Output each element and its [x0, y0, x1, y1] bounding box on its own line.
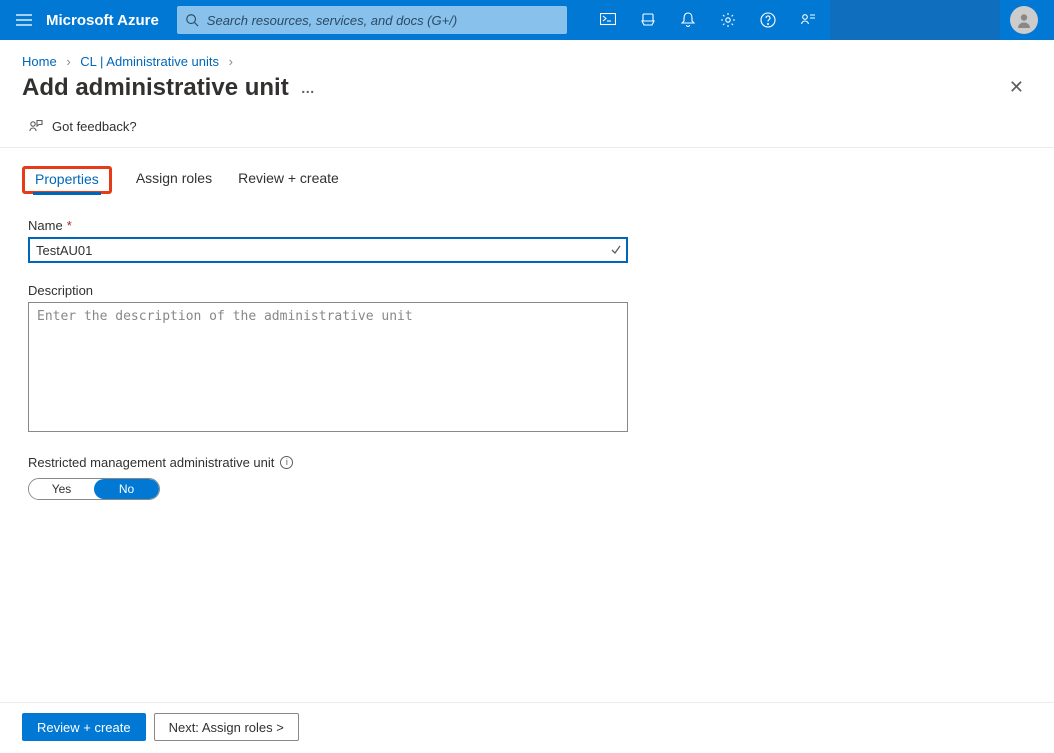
- review-create-button[interactable]: Review + create: [22, 713, 146, 741]
- blade-footer: Review + create Next: Assign roles >: [0, 702, 1054, 753]
- name-field-block: Name *: [28, 218, 612, 263]
- notifications-icon[interactable]: [668, 0, 708, 40]
- toggle-yes[interactable]: Yes: [29, 479, 94, 499]
- form-area: Name * Description Restricted management…: [0, 194, 640, 500]
- page-title: Add administrative unit: [22, 74, 289, 102]
- restricted-label: Restricted management administrative uni…: [28, 455, 274, 470]
- search-icon: [185, 13, 199, 27]
- tab-properties-highlight: Properties: [22, 166, 112, 194]
- azure-top-bar: Microsoft Azure: [0, 0, 1054, 40]
- more-actions-icon[interactable]: …: [301, 80, 315, 96]
- feedback-label: Got feedback?: [52, 119, 137, 134]
- description-textarea[interactable]: [28, 302, 628, 432]
- topbar-icon-group: [588, 0, 828, 40]
- required-star: *: [67, 218, 72, 233]
- got-feedback-link[interactable]: Got feedback?: [28, 118, 137, 134]
- name-input[interactable]: [28, 237, 628, 263]
- breadcrumb-parent[interactable]: CL | Administrative units: [80, 54, 219, 69]
- person-feedback-icon: [28, 118, 44, 134]
- chevron-right-icon: ›: [66, 54, 70, 69]
- global-search[interactable]: [177, 6, 567, 34]
- info-icon[interactable]: i: [280, 456, 293, 469]
- tabs-container: Properties Assign roles Review + create: [0, 148, 1054, 194]
- feedback-bar: Got feedback?: [0, 110, 1054, 148]
- breadcrumb-home[interactable]: Home: [22, 54, 57, 69]
- help-icon[interactable]: [748, 0, 788, 40]
- next-assign-roles-button[interactable]: Next: Assign roles >: [154, 713, 299, 741]
- feedback-top-icon[interactable]: [788, 0, 828, 40]
- chevron-right-icon: ›: [229, 54, 233, 69]
- cloud-shell-icon[interactable]: [588, 0, 628, 40]
- copilot-icon[interactable]: [628, 0, 668, 40]
- restricted-toggle[interactable]: Yes No: [28, 478, 160, 500]
- page-title-row: Add administrative unit … ✕: [0, 73, 1054, 110]
- brand-label[interactable]: Microsoft Azure: [42, 12, 177, 29]
- tab-review-create[interactable]: Review + create: [236, 166, 341, 194]
- description-label: Description: [28, 283, 93, 298]
- global-search-input[interactable]: [205, 12, 559, 29]
- settings-icon[interactable]: [708, 0, 748, 40]
- account-info-block[interactable]: [830, 0, 1000, 40]
- name-label: Name: [28, 218, 63, 233]
- tab-properties[interactable]: Properties: [33, 167, 101, 195]
- close-blade-button[interactable]: ✕: [1001, 73, 1032, 102]
- toggle-no[interactable]: No: [94, 479, 159, 499]
- menu-toggle-button[interactable]: [6, 2, 42, 38]
- restricted-label-row: Restricted management administrative uni…: [28, 455, 612, 470]
- breadcrumb: Home › CL | Administrative units ›: [0, 40, 1054, 73]
- tab-assign-roles[interactable]: Assign roles: [134, 166, 214, 194]
- description-field-block: Description: [28, 283, 612, 435]
- user-avatar[interactable]: [1010, 6, 1038, 34]
